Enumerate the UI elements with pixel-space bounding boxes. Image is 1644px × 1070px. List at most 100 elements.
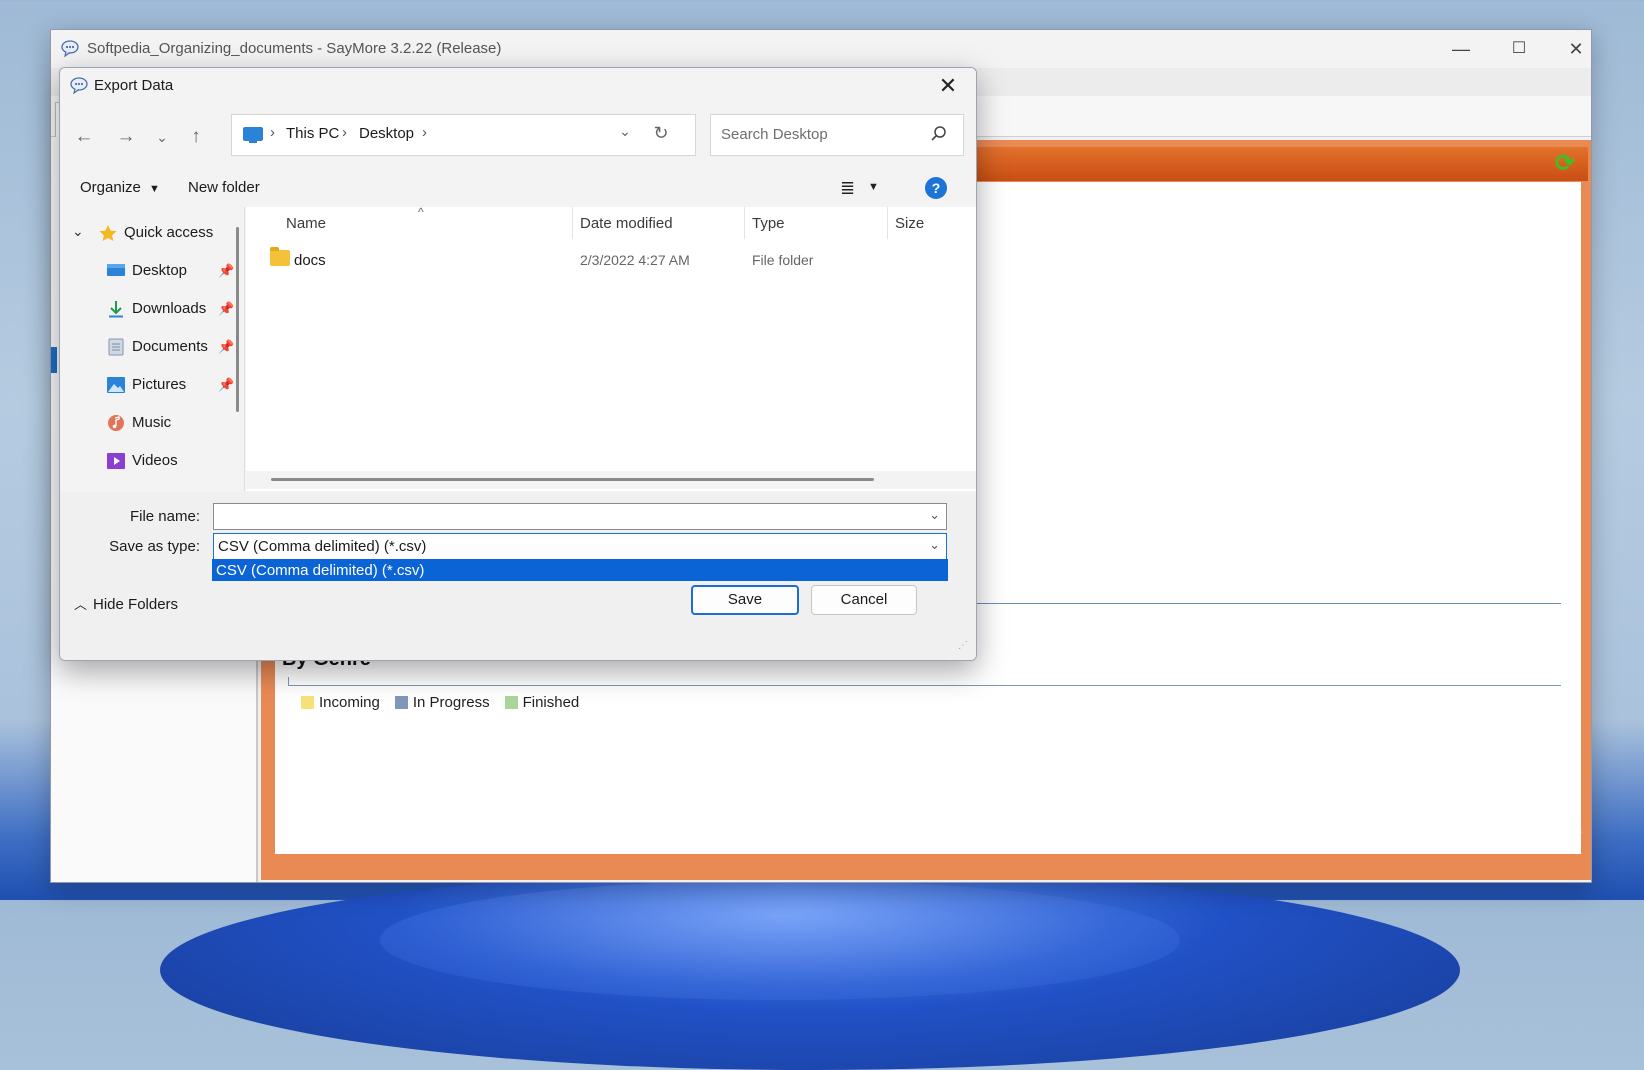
new-folder-button[interactable]: New folder: [188, 179, 260, 196]
legend-item-in-progress: In Progress: [394, 694, 490, 711]
navigation-row: ← → ⌄ ↑ › This PC › Desktop › ⌄ ↻ Search…: [60, 112, 976, 162]
save-button[interactable]: Save: [691, 585, 799, 615]
saymore-app-icon: [70, 77, 88, 94]
file-list-pane: ^ Name Date modified Type Size docs 2/3/…: [246, 205, 976, 491]
pin-icon[interactable]: 📌: [218, 339, 234, 355]
column-header-type[interactable]: Type: [752, 215, 785, 232]
up-arrow-icon[interactable]: ↑: [182, 123, 210, 151]
save-as-type-option[interactable]: CSV (Comma delimited) (*.csv): [212, 559, 948, 581]
documents-icon: [108, 338, 124, 356]
horizontal-scrollbar[interactable]: [271, 478, 874, 481]
navigation-pane: ⌄ Quick access Desktop 📌 Downloads 📌 Doc…: [60, 207, 244, 491]
save-as-type-label: Save as type:: [109, 538, 200, 555]
dialog-close-button[interactable]: ✕: [930, 72, 966, 100]
breadcrumb-this-pc[interactable]: This PC: [286, 125, 339, 142]
main-window-title: Softpedia_Organizing_documents - SayMore…: [87, 40, 502, 57]
address-history-chevron-icon[interactable]: ⌄: [615, 123, 635, 140]
recent-locations-chevron-icon[interactable]: ⌄: [148, 123, 176, 151]
legend-swatch-finished: [504, 696, 518, 709]
hide-folders-button[interactable]: ︿ Hide Folders: [74, 594, 178, 613]
music-icon: [108, 415, 124, 431]
cancel-button[interactable]: Cancel: [811, 585, 917, 615]
star-icon: [99, 225, 117, 241]
main-title-bar[interactable]: Softpedia_Organizing_documents - SayMore…: [51, 30, 1591, 68]
desktop-icon: [107, 264, 125, 276]
minimize-button[interactable]: —: [1441, 36, 1481, 62]
chevron-down-icon: ▼: [149, 183, 160, 195]
dialog-toolbar: Organize ▼ New folder ≣ ▼ ?: [60, 170, 976, 206]
column-separator[interactable]: [572, 207, 573, 239]
refresh-icon[interactable]: ⟳: [1555, 152, 1579, 176]
file-name-field[interactable]: ⌄: [213, 503, 947, 530]
export-data-dialog: Export Data ✕ ← → ⌄ ↑ › This PC › Deskto…: [59, 67, 977, 661]
address-bar[interactable]: › This PC › Desktop › ⌄ ↻: [231, 114, 696, 156]
view-chevron-down-icon[interactable]: ▼: [868, 181, 879, 193]
breadcrumb-separator-icon: ›: [270, 124, 275, 141]
column-header-size[interactable]: Size: [895, 215, 924, 232]
sort-ascending-icon: ^: [418, 205, 424, 219]
sidebar-item-label: Downloads: [132, 300, 207, 317]
pane-divider[interactable]: [244, 207, 245, 491]
option-label: CSV (Comma delimited) (*.csv): [216, 562, 425, 579]
pictures-icon: [107, 377, 125, 393]
dialog-title-bar[interactable]: Export Data ✕: [60, 68, 976, 104]
legend-swatch-in-progress: [394, 696, 408, 709]
organize-label: Organize: [80, 179, 141, 196]
desktop-wallpaper-highlight: [380, 880, 1180, 1000]
sidebar-item-desktop[interactable]: Desktop 📌: [60, 254, 244, 288]
sidebar-item-music[interactable]: Music: [60, 406, 244, 440]
file-row[interactable]: docs 2/3/2022 4:27 AM File folder: [246, 244, 976, 278]
legend-item-incoming: Incoming: [301, 694, 380, 711]
search-icon: [931, 126, 946, 141]
softpedia-watermark: SOFTPEDIA: [1396, 807, 1586, 840]
forward-arrow-icon[interactable]: →: [112, 123, 140, 151]
legend-swatch-incoming: [301, 696, 314, 709]
close-button[interactable]: ✕: [1556, 36, 1596, 62]
sidebar-item-pictures[interactable]: Pictures 📌: [60, 368, 244, 402]
file-date-modified: 2/3/2022 4:27 AM: [580, 252, 690, 268]
videos-icon: [107, 453, 125, 469]
sidebar-item-downloads[interactable]: Downloads 📌: [60, 292, 244, 326]
downloads-icon: [109, 301, 123, 318]
navigation-pane-scrollbar[interactable]: [236, 227, 239, 412]
organize-button[interactable]: Organize ▼: [80, 179, 160, 196]
breadcrumb-separator-icon: ›: [342, 124, 347, 141]
search-input[interactable]: Search Desktop: [721, 126, 828, 143]
sidebar-item-documents[interactable]: Documents 📌: [60, 330, 244, 364]
resize-grip-icon[interactable]: ⋰: [958, 640, 968, 651]
genre-legend: Incoming In Progress Finished: [301, 694, 594, 711]
legend-label: In Progress: [412, 694, 490, 711]
column-header-date-modified[interactable]: Date modified: [580, 215, 673, 232]
legend-item-finished: Finished: [504, 694, 579, 711]
save-as-type-select[interactable]: CSV (Comma delimited) (*.csv) ⌄: [213, 533, 947, 560]
file-name: docs: [294, 252, 326, 269]
pin-icon[interactable]: 📌: [218, 301, 234, 317]
saymore-app-icon: [61, 40, 79, 57]
column-header-name[interactable]: Name: [286, 215, 326, 232]
column-separator[interactable]: [744, 207, 745, 239]
chevron-down-icon[interactable]: ⌄: [72, 223, 84, 240]
file-type: File folder: [752, 252, 814, 268]
sidebar-item-label: Music: [132, 414, 172, 431]
folder-icon: [270, 247, 290, 266]
save-as-type-value: CSV (Comma delimited) (*.csv): [218, 538, 427, 555]
chevron-down-icon[interactable]: ⌄: [929, 507, 940, 523]
refresh-icon[interactable]: ↻: [650, 123, 672, 144]
this-pc-icon: [243, 127, 263, 143]
back-arrow-icon[interactable]: ←: [70, 123, 98, 151]
column-separator[interactable]: [887, 207, 888, 239]
pin-icon[interactable]: 📌: [218, 377, 234, 393]
file-name-label: File name:: [129, 508, 200, 525]
breadcrumb-separator-icon[interactable]: ›: [422, 124, 427, 141]
view-options-icon[interactable]: ≣: [840, 178, 855, 199]
sidebar-item-label: Videos: [132, 452, 178, 469]
chevron-down-icon[interactable]: ⌄: [929, 537, 940, 553]
breadcrumb-desktop[interactable]: Desktop: [359, 125, 414, 142]
search-box[interactable]: Search Desktop: [710, 114, 964, 156]
sidebar-item-videos[interactable]: Videos: [60, 444, 244, 478]
sidebar-item-quick-access[interactable]: ⌄ Quick access: [60, 216, 244, 250]
left-sidebar-selection: [51, 347, 57, 373]
pin-icon[interactable]: 📌: [218, 263, 234, 279]
maximize-button[interactable]: ☐: [1499, 36, 1539, 62]
help-icon[interactable]: ?: [925, 177, 947, 199]
